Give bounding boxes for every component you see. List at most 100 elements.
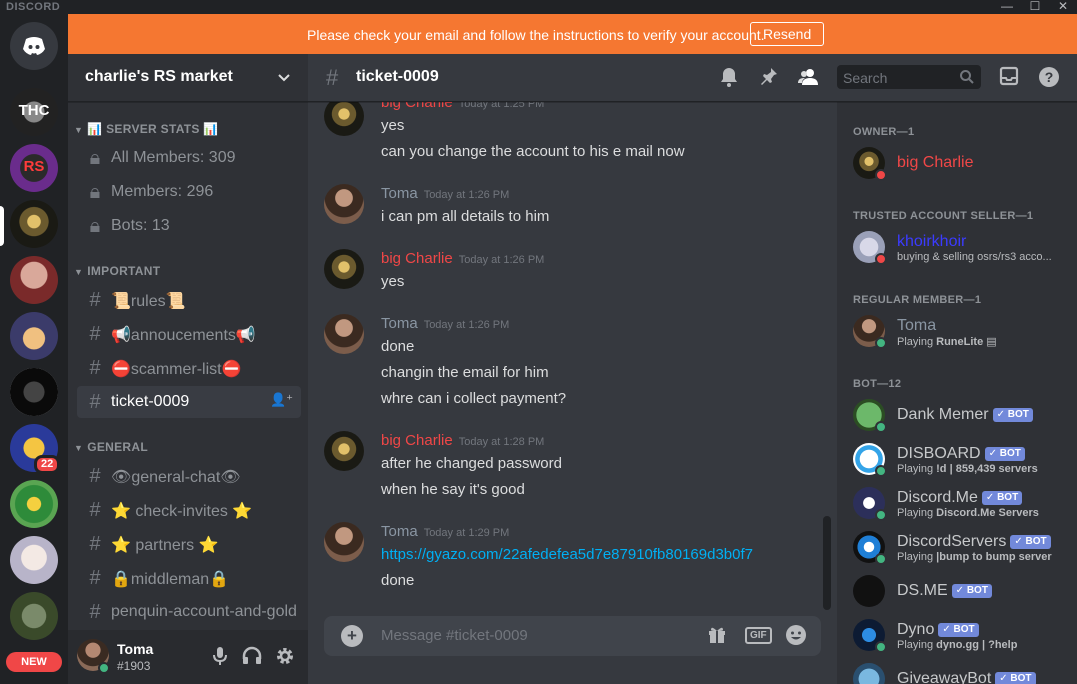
channel-annoucements[interactable]: # 📢annoucements📢 <box>77 318 301 350</box>
server-item[interactable] <box>10 592 58 640</box>
guild-header[interactable]: charlie's RS market <box>68 54 308 102</box>
message-composer[interactable]: + Message #ticket-0009 GIF <box>324 616 821 656</box>
message-author[interactable]: Toma Today at 1:29 PM <box>381 523 509 540</box>
avatar <box>853 575 885 607</box>
maximize-button[interactable]: ☐ <box>1021 0 1049 13</box>
help-icon[interactable]: ? <box>1038 66 1060 88</box>
member-item[interactable]: GiveawayBot ✓ BOT <box>845 658 1069 684</box>
server-rs[interactable]: RS <box>10 144 58 192</box>
gif-button[interactable]: GIF <box>745 627 772 644</box>
add-attachment-icon[interactable]: + <box>341 625 363 647</box>
resend-button[interactable]: Resend <box>750 22 825 46</box>
message-author[interactable]: Toma Today at 1:26 PM <box>381 315 509 332</box>
member-name: GiveawayBot ✓ BOT <box>897 670 1036 684</box>
emoji-icon[interactable] <box>785 624 807 646</box>
channel-ticket-0009[interactable]: # ticket-0009 👤⁺ <box>77 386 301 418</box>
member-name: khoirkhoir <box>897 233 967 250</box>
channel-penquin-account-and-gold[interactable]: # penquin-account-and-gold <box>77 596 301 628</box>
server-item[interactable] <box>10 480 58 528</box>
member-item[interactable]: Dyno ✓ BOT Playing dyno.gg | ?help <box>845 614 1069 656</box>
message-input[interactable]: Message #ticket-0009 <box>381 627 528 644</box>
add-member-icon[interactable]: 👤⁺ <box>270 392 293 408</box>
channel-rules[interactable]: # 📜rules📜 <box>77 284 301 316</box>
gift-icon[interactable] <box>707 624 727 644</box>
hash-icon: # <box>89 323 101 345</box>
member-group-header: TRUSTED ACCOUNT SELLER—1 <box>853 210 1034 222</box>
channel-bots[interactable]: 🔒︎ Bots: 13 <box>77 210 301 242</box>
member-item[interactable]: khoirkhoir buying & selling osrs/rs3 acc… <box>845 226 1069 268</box>
bell-icon[interactable] <box>719 66 739 88</box>
channel-general-chat[interactable]: # 👁general-chat👁 <box>77 460 301 492</box>
server-thc[interactable]: THC <box>10 88 58 136</box>
headphones-icon[interactable] <box>242 646 262 666</box>
online-status-icon <box>875 641 887 653</box>
server-item[interactable] <box>10 312 58 360</box>
new-badge[interactable]: NEW <box>6 652 62 672</box>
category-important[interactable]: ▼ IMPORTANT <box>74 264 160 278</box>
home-button[interactable] <box>10 22 58 70</box>
message-text: yes <box>381 117 405 134</box>
message-text: done <box>381 572 415 589</box>
hash-icon: # <box>89 465 101 487</box>
channel-scammer-list[interactable]: # ⛔scammer-list⛔ <box>77 352 301 384</box>
message-text: done <box>381 338 415 355</box>
pin-icon[interactable] <box>759 66 779 88</box>
avatar[interactable] <box>324 431 364 471</box>
message-link[interactable]: https://gyazo.com/22afedefea5d7e87910fb8… <box>381 546 753 563</box>
member-item[interactable]: Toma Playing RuneLite ▤ <box>845 310 1069 352</box>
avatar[interactable] <box>324 249 364 289</box>
channel-all-members[interactable]: 🔒︎ All Members: 309 <box>77 142 301 174</box>
microphone-icon[interactable] <box>212 646 228 666</box>
guild-name: charlie's RS market <box>85 68 233 85</box>
online-status-icon <box>875 421 887 433</box>
members-icon[interactable] <box>798 66 820 88</box>
hash-icon: # <box>89 601 101 623</box>
channel-members[interactable]: 🔒︎ Members: 296 <box>77 176 301 208</box>
server-item[interactable] <box>10 536 58 584</box>
message-timestamp: Today at 1:25 PM <box>458 102 545 110</box>
bot-tag: ✓ BOT <box>938 623 979 637</box>
channel-check-invites[interactable]: # ⭐ check-invites ⭐ <box>77 494 301 526</box>
search-input[interactable]: Search <box>837 65 981 89</box>
close-window-button[interactable]: ✕ <box>1049 0 1077 13</box>
message-timestamp: Today at 1:26 PM <box>458 254 545 266</box>
avatar[interactable] <box>324 184 364 224</box>
server-charlies-rs-market[interactable] <box>10 200 58 248</box>
user-tag: #1903 <box>117 659 151 673</box>
message-author[interactable]: big Charlie Today at 1:26 PM <box>381 250 544 267</box>
server-item[interactable] <box>10 368 58 416</box>
member-activity: buying & selling osrs/rs3 acco... <box>897 251 1052 263</box>
member-name: Toma <box>897 317 937 334</box>
member-item[interactable]: big Charlie <box>845 142 1069 184</box>
member-item[interactable]: Discord.Me ✓ BOT Playing Discord.Me Serve… <box>845 482 1069 524</box>
avatar[interactable] <box>324 314 364 354</box>
member-item[interactable]: DS.ME ✓ BOT <box>845 570 1069 612</box>
member-list: OWNER—1 big Charlie TRUSTED ACCOUNT SELL… <box>837 102 1077 684</box>
channel-partners[interactable]: # ⭐ partners ⭐ <box>77 528 301 560</box>
bot-tag: ✓ BOT <box>992 408 1033 422</box>
gear-icon[interactable] <box>275 646 295 666</box>
inbox-icon[interactable] <box>999 66 1019 86</box>
banner-text: Please check your email and follow the i… <box>307 27 765 43</box>
message-author[interactable]: big Charlie Today at 1:28 PM <box>381 432 544 449</box>
server-item[interactable] <box>10 256 58 304</box>
hash-icon: # <box>89 499 101 521</box>
member-item[interactable]: Dank Memer ✓ BOT <box>845 394 1069 436</box>
avatar[interactable] <box>324 102 364 136</box>
channel-sidebar: charlie's RS market ▼ 📊 SERVER STATS 📊 🔒︎… <box>68 54 308 684</box>
message-author[interactable]: big Charlie Today at 1:25 PM <box>381 102 544 111</box>
category-general[interactable]: ▼ GENERAL <box>74 440 148 454</box>
scrollbar-thumb[interactable] <box>823 516 831 610</box>
minimize-button[interactable]: — <box>993 0 1021 13</box>
channel-middleman[interactable]: # 🔒middleman🔒 <box>77 562 301 594</box>
hash-icon: # <box>89 391 101 413</box>
message-author[interactable]: Toma Today at 1:26 PM <box>381 185 509 202</box>
category-server-stats[interactable]: ▼ 📊 SERVER STATS 📊 <box>74 122 219 136</box>
member-name: DS.ME ✓ BOT <box>897 582 992 600</box>
avatar[interactable] <box>324 522 364 562</box>
user-panel: Toma #1903 <box>68 630 308 684</box>
selected-server-indicator <box>0 206 4 246</box>
member-item[interactable]: DiscordServers ✓ BOT Playing |bump to bum… <box>845 526 1069 568</box>
caret-icon: ▼ <box>74 267 84 277</box>
member-item[interactable]: DISBOARD ✓ BOT Playing !d | 859,439 serve… <box>845 438 1069 480</box>
